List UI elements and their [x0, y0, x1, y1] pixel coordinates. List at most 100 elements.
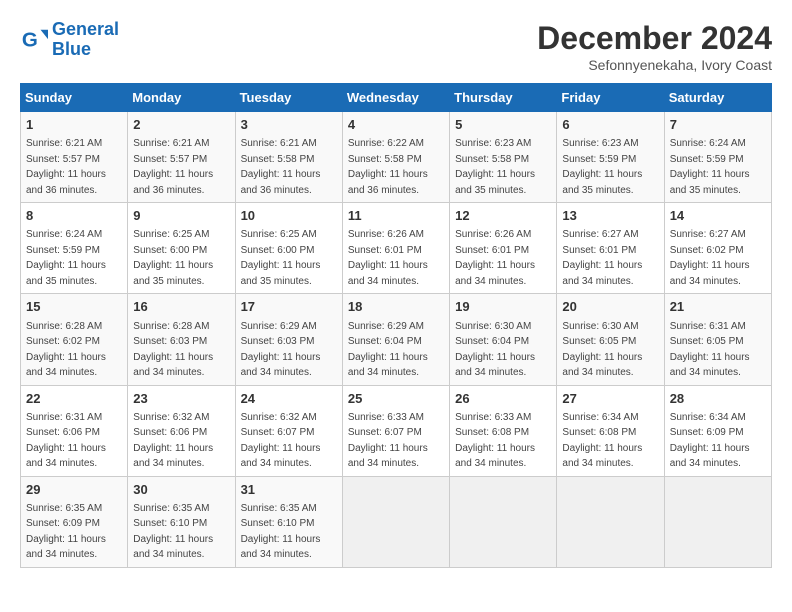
calendar-day-cell: 27 Sunrise: 6:34 AMSunset: 6:08 PMDayligh…	[557, 385, 664, 476]
day-info: Sunrise: 6:21 AMSunset: 5:57 PMDaylight:…	[133, 138, 213, 196]
weekday-header-cell: Thursday	[450, 84, 557, 112]
calendar-day-cell: 22Sunrise: 6:31 AMSunset: 6:06 PMDayligh…	[21, 385, 128, 476]
day-number: 21	[670, 298, 766, 316]
day-number: 13	[562, 207, 658, 225]
calendar-day-cell: 1 Sunrise: 6:21 AMSunset: 5:57 PMDaylight…	[21, 112, 128, 203]
day-info: Sunrise: 6:29 AMSunset: 6:03 PMDaylight:…	[241, 321, 321, 379]
calendar-day-cell: 16 Sunrise: 6:28 AMSunset: 6:03 PMDayligh…	[128, 294, 235, 385]
calendar-week-row: 1 Sunrise: 6:21 AMSunset: 5:57 PMDaylight…	[21, 112, 772, 203]
calendar-day-cell: 30 Sunrise: 6:35 AMSunset: 6:10 PMDayligh…	[128, 476, 235, 567]
day-number: 20	[562, 298, 658, 316]
day-number: 7	[670, 116, 766, 134]
day-number: 27	[562, 390, 658, 408]
weekday-header-row: SundayMondayTuesdayWednesdayThursdayFrid…	[21, 84, 772, 112]
day-info: Sunrise: 6:33 AMSunset: 6:07 PMDaylight:…	[348, 412, 428, 470]
weekday-header-cell: Friday	[557, 84, 664, 112]
day-number: 23	[133, 390, 229, 408]
day-number: 19	[455, 298, 551, 316]
day-info: Sunrise: 6:27 AMSunset: 6:02 PMDaylight:…	[670, 229, 750, 287]
title-block: December 2024 Sefonnyenekaha, Ivory Coas…	[537, 20, 772, 73]
svg-text:G: G	[22, 28, 38, 51]
day-info: Sunrise: 6:30 AMSunset: 6:05 PMDaylight:…	[562, 321, 642, 379]
day-info: Sunrise: 6:23 AMSunset: 5:58 PMDaylight:…	[455, 138, 535, 196]
day-info: Sunrise: 6:28 AMSunset: 6:03 PMDaylight:…	[133, 321, 213, 379]
day-info: Sunrise: 6:34 AMSunset: 6:09 PMDaylight:…	[670, 412, 750, 470]
day-info: Sunrise: 6:24 AMSunset: 5:59 PMDaylight:…	[26, 229, 106, 287]
day-info: Sunrise: 6:35 AMSunset: 6:10 PMDaylight:…	[241, 503, 321, 561]
calendar-day-cell: 23 Sunrise: 6:32 AMSunset: 6:06 PMDayligh…	[128, 385, 235, 476]
calendar-day-cell: 10 Sunrise: 6:25 AMSunset: 6:00 PMDayligh…	[235, 203, 342, 294]
calendar-day-cell	[450, 476, 557, 567]
day-info: Sunrise: 6:32 AMSunset: 6:06 PMDaylight:…	[133, 412, 213, 470]
calendar-day-cell: 13 Sunrise: 6:27 AMSunset: 6:01 PMDayligh…	[557, 203, 664, 294]
location-subtitle: Sefonnyenekaha, Ivory Coast	[537, 57, 772, 73]
day-number: 11	[348, 207, 444, 225]
calendar-week-row: 8Sunrise: 6:24 AMSunset: 5:59 PMDaylight…	[21, 203, 772, 294]
day-info: Sunrise: 6:33 AMSunset: 6:08 PMDaylight:…	[455, 412, 535, 470]
calendar-day-cell: 14Sunrise: 6:27 AMSunset: 6:02 PMDayligh…	[664, 203, 771, 294]
weekday-header-cell: Sunday	[21, 84, 128, 112]
day-number: 29	[26, 481, 122, 499]
day-info: Sunrise: 6:25 AMSunset: 6:00 PMDaylight:…	[133, 229, 213, 287]
calendar-day-cell: 20 Sunrise: 6:30 AMSunset: 6:05 PMDayligh…	[557, 294, 664, 385]
day-number: 9	[133, 207, 229, 225]
day-number: 5	[455, 116, 551, 134]
day-info: Sunrise: 6:25 AMSunset: 6:00 PMDaylight:…	[241, 229, 321, 287]
day-number: 12	[455, 207, 551, 225]
calendar-day-cell: 18Sunrise: 6:29 AMSunset: 6:04 PMDayligh…	[342, 294, 449, 385]
day-info: Sunrise: 6:30 AMSunset: 6:04 PMDaylight:…	[455, 321, 535, 379]
day-number: 17	[241, 298, 337, 316]
day-info: Sunrise: 6:31 AMSunset: 6:05 PMDaylight:…	[670, 321, 750, 379]
logo-line2: Blue	[52, 39, 91, 59]
day-number: 4	[348, 116, 444, 134]
day-info: Sunrise: 6:21 AMSunset: 5:57 PMDaylight:…	[26, 138, 106, 196]
day-info: Sunrise: 6:26 AMSunset: 6:01 PMDaylight:…	[348, 229, 428, 287]
calendar-day-cell: 4 Sunrise: 6:22 AMSunset: 5:58 PMDaylight…	[342, 112, 449, 203]
day-info: Sunrise: 6:35 AMSunset: 6:09 PMDaylight:…	[26, 503, 106, 561]
calendar-day-cell	[664, 476, 771, 567]
day-number: 31	[241, 481, 337, 499]
calendar-day-cell: 11 Sunrise: 6:26 AMSunset: 6:01 PMDayligh…	[342, 203, 449, 294]
day-number: 18	[348, 298, 444, 316]
calendar-day-cell: 7 Sunrise: 6:24 AMSunset: 5:59 PMDaylight…	[664, 112, 771, 203]
day-number: 26	[455, 390, 551, 408]
day-info: Sunrise: 6:35 AMSunset: 6:10 PMDaylight:…	[133, 503, 213, 561]
calendar-day-cell: 31 Sunrise: 6:35 AMSunset: 6:10 PMDayligh…	[235, 476, 342, 567]
day-number: 1	[26, 116, 122, 134]
day-info: Sunrise: 6:22 AMSunset: 5:58 PMDaylight:…	[348, 138, 428, 196]
calendar-day-cell	[342, 476, 449, 567]
day-number: 16	[133, 298, 229, 316]
calendar-day-cell: 5 Sunrise: 6:23 AMSunset: 5:58 PMDaylight…	[450, 112, 557, 203]
day-info: Sunrise: 6:24 AMSunset: 5:59 PMDaylight:…	[670, 138, 750, 196]
weekday-header-cell: Saturday	[664, 84, 771, 112]
day-number: 2	[133, 116, 229, 134]
calendar-day-cell: 17 Sunrise: 6:29 AMSunset: 6:03 PMDayligh…	[235, 294, 342, 385]
day-info: Sunrise: 6:31 AMSunset: 6:06 PMDaylight:…	[26, 412, 106, 470]
weekday-header-cell: Monday	[128, 84, 235, 112]
day-info: Sunrise: 6:27 AMSunset: 6:01 PMDaylight:…	[562, 229, 642, 287]
day-number: 3	[241, 116, 337, 134]
calendar-day-cell: 25Sunrise: 6:33 AMSunset: 6:07 PMDayligh…	[342, 385, 449, 476]
calendar-day-cell: 29 Sunrise: 6:35 AMSunset: 6:09 PMDayligh…	[21, 476, 128, 567]
calendar-day-cell: 24Sunrise: 6:32 AMSunset: 6:07 PMDayligh…	[235, 385, 342, 476]
logo: G General Blue	[20, 20, 119, 60]
calendar-day-cell: 19 Sunrise: 6:30 AMSunset: 6:04 PMDayligh…	[450, 294, 557, 385]
day-info: Sunrise: 6:34 AMSunset: 6:08 PMDaylight:…	[562, 412, 642, 470]
calendar-table: SundayMondayTuesdayWednesdayThursdayFrid…	[20, 83, 772, 568]
calendar-week-row: 22Sunrise: 6:31 AMSunset: 6:06 PMDayligh…	[21, 385, 772, 476]
day-number: 6	[562, 116, 658, 134]
day-number: 28	[670, 390, 766, 408]
calendar-day-cell: 12 Sunrise: 6:26 AMSunset: 6:01 PMDayligh…	[450, 203, 557, 294]
logo-text: General Blue	[52, 20, 119, 60]
day-number: 10	[241, 207, 337, 225]
calendar-day-cell: 15Sunrise: 6:28 AMSunset: 6:02 PMDayligh…	[21, 294, 128, 385]
weekday-header-cell: Tuesday	[235, 84, 342, 112]
calendar-body: 1 Sunrise: 6:21 AMSunset: 5:57 PMDaylight…	[21, 112, 772, 568]
calendar-day-cell: 6Sunrise: 6:23 AMSunset: 5:59 PMDaylight…	[557, 112, 664, 203]
day-number: 30	[133, 481, 229, 499]
day-info: Sunrise: 6:26 AMSunset: 6:01 PMDaylight:…	[455, 229, 535, 287]
calendar-day-cell: 21 Sunrise: 6:31 AMSunset: 6:05 PMDayligh…	[664, 294, 771, 385]
day-number: 15	[26, 298, 122, 316]
logo-line1: General	[52, 19, 119, 39]
calendar-day-cell: 28 Sunrise: 6:34 AMSunset: 6:09 PMDayligh…	[664, 385, 771, 476]
